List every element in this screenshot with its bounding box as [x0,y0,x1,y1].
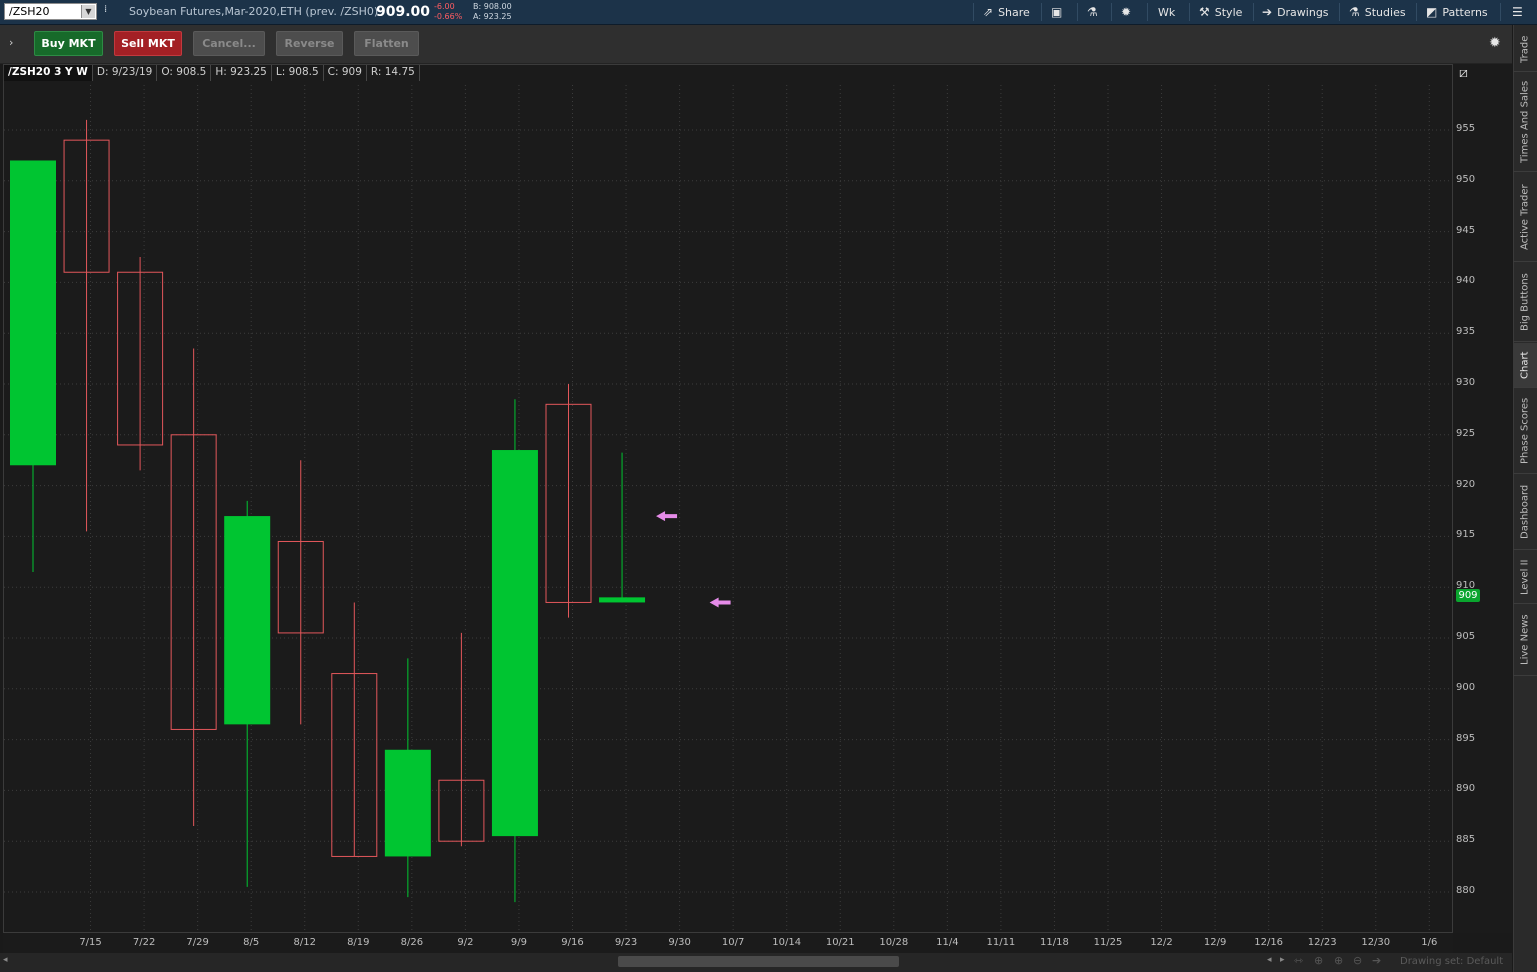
date-tick-label: 8/19 [347,937,370,948]
info-date: D: 9/23/19 [93,65,158,81]
horizontal-scrollbar[interactable] [618,956,899,967]
sidebar-tab-phase-scores[interactable]: Phase Scores [1513,389,1537,474]
drawing-set-label: Drawing set: Default [1400,956,1504,967]
chart-expand-icon[interactable]: ⧄ [1459,65,1468,81]
price-tick-label: 895 [1456,732,1476,744]
price-tick-label: 890 [1456,783,1476,795]
candle-body-up [599,597,646,603]
price-tick-label: 945 [1456,224,1476,236]
price-tick-label: 930 [1456,377,1476,388]
info-high: H: 923.25 [211,65,272,81]
sidebar-tab-live-news[interactable]: Live News [1513,605,1537,676]
sidebar-tab-active-trader[interactable]: Active Trader [1513,173,1537,262]
date-tick-label: 10/21 [825,937,855,948]
price-tick-label: 935 [1456,326,1476,338]
go-right-icon[interactable]: ➔ [1372,954,1381,967]
date-tick-label: 7/29 [186,937,209,948]
scroll-left-end-icon[interactable]: ◂ [1267,955,1272,965]
date-tick-label: 9/23 [614,937,638,948]
date-tick-label: 8/26 [400,937,424,948]
date-tick-label: 1/6 [1421,937,1438,948]
candle-body-up [384,749,431,857]
date-tick-label: 10/7 [721,937,745,948]
price-tick-label: 910 [1456,580,1476,592]
crosshair-icon[interactable]: ⊕ [1314,954,1323,967]
price-tick-label: 905 [1456,631,1476,642]
date-tick-label: 11/11 [986,937,1016,948]
price-tick-label: 950 [1456,173,1476,185]
price-tick-label: 925 [1456,427,1476,439]
chart-info-strip: /ZSH20 3 Y W D: 9/23/19 O: 908.5 H: 923.… [4,65,420,81]
sidebar-tab-times-and-sales[interactable]: Times And Sales [1513,73,1537,172]
chart-canvas[interactable] [0,0,1512,953]
price-tick-label: 915 [1456,529,1476,541]
date-tick-label: 12/30 [1361,937,1391,948]
candle-body-up [224,516,271,725]
menu-icon: ☰ [1512,5,1523,19]
annotation-arrow [709,597,731,608]
info-low: L: 908.5 [272,65,324,81]
price-tick-label: 920 [1456,478,1476,490]
sidebar-tab-level-ii[interactable]: Level II [1513,551,1537,604]
info-open: O: 908.5 [157,65,212,81]
info-close: C: 909 [324,65,367,81]
price-tick-label: 955 [1456,123,1476,134]
date-tick-label: 7/15 [79,937,102,948]
date-tick-label: 11/4 [936,937,959,948]
candle-body-up [10,160,56,466]
pan-icon[interactable]: ⇿ [1294,954,1303,967]
candle-body-up [491,450,538,837]
date-tick-label: 12/9 [1203,937,1227,948]
sidebar-tab-chart[interactable]: Chart [1513,343,1537,388]
date-tick-label: 9/2 [457,937,474,948]
price-tick-label: 940 [1456,275,1476,287]
scroll-left-icon[interactable]: ◂ [3,955,8,965]
price-tick-label: 880 [1456,885,1476,896]
date-tick-label: 10/14 [772,937,802,948]
date-tick-label: 12/23 [1307,937,1337,948]
date-tick-label: 7/22 [132,937,156,948]
chart-title: /ZSH20 3 Y W [4,65,93,81]
date-tick-label: 9/30 [668,937,691,948]
date-tick-label: 11/18 [1040,937,1069,948]
zoom-out-icon[interactable]: ⊖ [1353,954,1362,967]
sidebar-tab-trade[interactable]: Trade [1513,27,1537,72]
date-tick-label: 12/16 [1254,937,1284,948]
bottom-scroll-bar: ◂ ◂ ▸ ⇿ ⊕ ⊕ ⊖ ➔ Drawing set: Default [0,953,1512,972]
menu-button[interactable]: ☰ [1512,0,1523,24]
annotation-arrow [656,511,678,522]
date-tick-label: 9/16 [561,937,584,948]
zoom-in-icon[interactable]: ⊕ [1334,954,1343,967]
date-tick-label: 10/28 [879,937,909,948]
scroll-right-icon[interactable]: ▸ [1280,955,1285,965]
date-tick-label: 12/2 [1150,937,1173,948]
date-tick-label: 8/12 [293,937,316,948]
info-range: R: 14.75 [367,65,420,81]
sidebar-tab-dashboard[interactable]: Dashboard [1513,475,1537,550]
sidebar-tab-big-buttons[interactable]: Big Buttons [1513,263,1537,342]
price-tick-label: 900 [1456,681,1476,693]
date-tick-label: 9/9 [510,937,527,948]
price-tick-label: 885 [1456,834,1476,846]
date-tick-label: 11/25 [1093,937,1123,948]
date-tick-label: 8/5 [243,937,260,948]
